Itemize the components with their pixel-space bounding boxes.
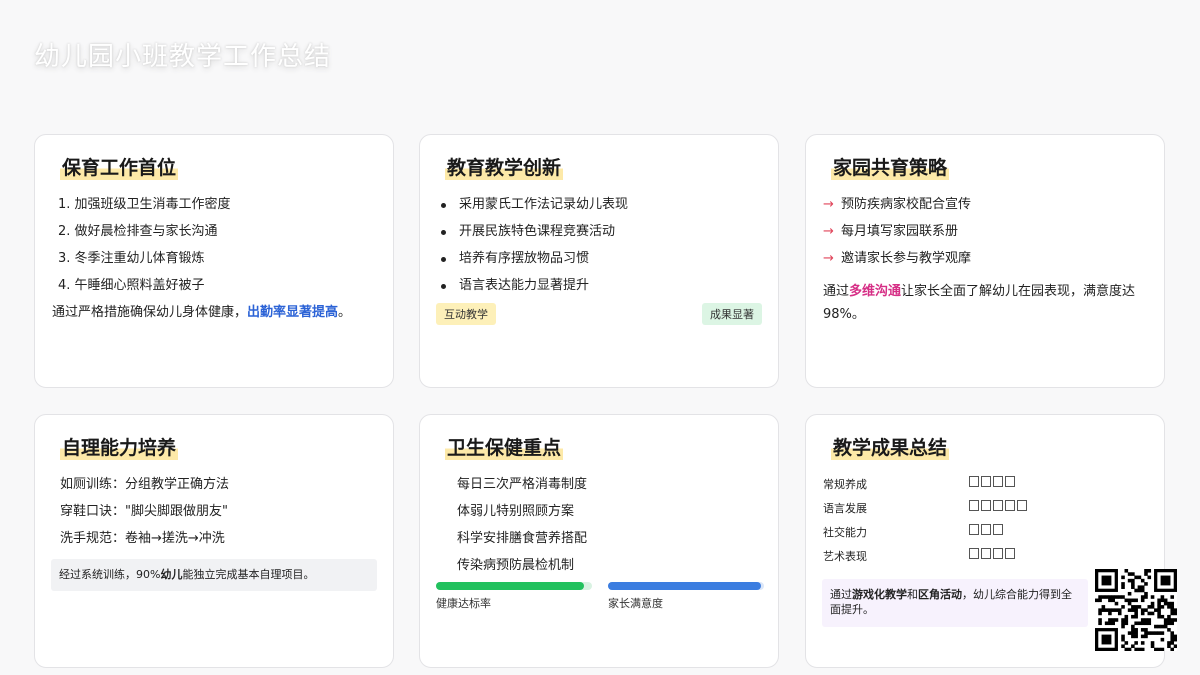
list-item: 如厕训练：分组教学正确方法 <box>60 477 230 492</box>
list-item: 4. 午睡细心照料盖好被子 <box>58 278 205 293</box>
star-icon <box>981 476 991 487</box>
list-item: 2. 做好晨检排查与家长沟通 <box>58 224 218 239</box>
health-rate-fill <box>436 582 585 590</box>
star-icon <box>1017 500 1027 511</box>
star-icon <box>969 476 979 487</box>
home-note: 通过多维沟通让家长全面了解幼儿在园表现，满意度达98%。 <box>823 284 1136 322</box>
health-rate-bar <box>436 582 592 590</box>
list-item: 语言表达能力显著提升 <box>437 272 761 299</box>
bullet-icon <box>441 203 446 208</box>
result-label: 社交能力 <box>823 526 867 539</box>
star-rating <box>969 522 1005 537</box>
card-title: 教学成果总结 <box>831 433 950 460</box>
bullet-icon <box>441 257 446 262</box>
health-list: 每日三次严格消毒制度 体弱儿特别照顾方案 科学安排膳食营养搭配 传染病预防晨检机… <box>437 471 761 579</box>
card-title: 教育教学创新 <box>445 153 564 180</box>
star-icon <box>969 548 979 559</box>
home-list: → 预防疾病家校配合宣传 → 每月填写家园联系册 → 邀请家长参与教学观摩 <box>823 191 1147 272</box>
results-summary: 通过游戏化教学和区角活动，幼儿综合能力得到全面提升。 <box>822 579 1088 627</box>
card-home: 家园共育策略 → 预防疾病家校配合宣传 → 每月填写家园联系册 → 邀请家长参与教学观… <box>805 134 1165 388</box>
result-label: 语言发展 <box>823 502 867 515</box>
card-title: 自理能力培养 <box>60 433 179 460</box>
bullet-icon <box>441 230 446 235</box>
list-item: 每日三次严格消毒制度 <box>457 477 588 492</box>
star-rating <box>969 498 1029 513</box>
card-teaching: 教育教学创新 采用蒙氏工作法记录幼儿表现 开展民族特色课程竞赛活动 培养有序摆放… <box>419 134 779 388</box>
health-rate-label: 健康达标率 <box>436 597 491 610</box>
card-title: 卫生保健重点 <box>445 433 564 460</box>
list-item: 开展民族特色课程竞赛活动 <box>437 218 761 245</box>
card-title: 保育工作首位 <box>60 153 179 180</box>
qr-code-graphic <box>1095 569 1178 652</box>
star-icon <box>1005 548 1015 559</box>
star-icon <box>969 500 979 511</box>
tag-results: 成果显著 <box>702 303 762 325</box>
star-rating <box>969 474 1017 489</box>
bullet-icon <box>441 284 446 289</box>
star-icon <box>969 524 979 535</box>
result-label: 常规养成 <box>823 478 867 491</box>
satisfaction-bar <box>608 582 764 590</box>
star-icon <box>993 500 1003 511</box>
care-list: 1. 加强班级卫生消毒工作密度 2. 做好晨检排查与家长沟通 3. 冬季注重幼儿… <box>52 191 376 299</box>
star-icon <box>993 548 1003 559</box>
attendance-highlight: 出勤率显著提高 <box>247 305 339 320</box>
communication-highlight: 多维沟通 <box>849 284 902 299</box>
star-rating <box>969 546 1017 561</box>
star-icon <box>981 500 991 511</box>
selfcare-summary: 经过系统训练，90%幼儿能独立完成基本自理项目。 <box>51 559 377 591</box>
tag-interactive: 互动教学 <box>436 303 496 325</box>
card-care: 保育工作首位 1. 加强班级卫生消毒工作密度 2. 做好晨检排查与家长沟通 3.… <box>34 134 394 388</box>
selfcare-list: 如厕训练：分组教学正确方法 穿鞋口诀："脚尖脚跟做朋友" 洗手规范：卷袖→搓洗→… <box>52 471 376 552</box>
arrow-right-icon: → <box>823 224 834 239</box>
result-label: 艺术表现 <box>823 550 867 563</box>
list-item: 洗手规范：卷袖→搓洗→冲洗 <box>60 531 225 546</box>
list-item: 3. 冬季注重幼儿体育锻炼 <box>58 251 205 266</box>
star-icon <box>1005 500 1015 511</box>
arrow-right-icon: → <box>823 251 834 266</box>
card-health: 卫生保健重点 每日三次严格消毒制度 体弱儿特别照顾方案 科学安排膳食营养搭配 传… <box>419 414 779 668</box>
arrow-right-icon: → <box>823 197 834 212</box>
teaching-list: 采用蒙氏工作法记录幼儿表现 开展民族特色课程竞赛活动 培养有序摆放物品习惯 语言… <box>437 191 761 299</box>
list-item: 培养有序摆放物品习惯 <box>437 245 761 272</box>
list-item: 科学安排膳食营养搭配 <box>457 531 588 546</box>
star-icon <box>981 524 991 535</box>
star-icon <box>993 476 1003 487</box>
list-item: → 邀请家长参与教学观摩 <box>823 245 1147 272</box>
list-item: 采用蒙氏工作法记录幼儿表现 <box>437 191 761 218</box>
satisfaction-fill <box>608 582 761 590</box>
satisfaction-label: 家长满意度 <box>608 597 663 610</box>
list-item: 1. 加强班级卫生消毒工作密度 <box>58 197 231 212</box>
card-title: 家园共育策略 <box>831 153 950 180</box>
list-item: → 每月填写家园联系册 <box>823 218 1147 245</box>
star-icon <box>981 548 991 559</box>
card-selfcare: 自理能力培养 如厕训练：分组教学正确方法 穿鞋口诀："脚尖脚跟做朋友" 洗手规范… <box>34 414 394 668</box>
list-item: 穿鞋口诀："脚尖脚跟做朋友" <box>60 504 228 519</box>
list-item: 体弱儿特别照顾方案 <box>457 504 575 519</box>
qr-code-icon[interactable] <box>1095 569 1178 652</box>
star-icon <box>1005 476 1015 487</box>
star-icon <box>993 524 1003 535</box>
page-title: 幼儿园小班教学工作总结 <box>34 42 332 72</box>
care-note: 通过严格措施确保幼儿身体健康，出勤率显著提高。 <box>52 305 352 320</box>
list-item: → 预防疾病家校配合宣传 <box>823 191 1147 218</box>
list-item: 传染病预防晨检机制 <box>457 558 575 573</box>
